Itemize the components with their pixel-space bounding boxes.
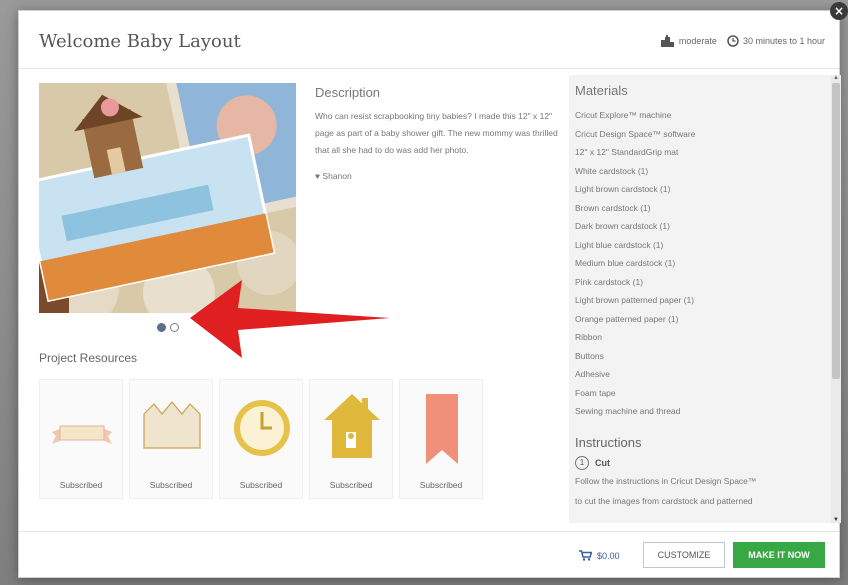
instructions-heading: Instructions [575, 434, 642, 450]
resource-card[interactable]: Subscribed [129, 379, 213, 499]
resources-heading: Project Resources [39, 351, 138, 365]
material-item: Cricut Design Space™ software [575, 128, 696, 139]
customize-button[interactable]: CUSTOMIZE [643, 542, 725, 568]
step-text-line-2: to cut the images from cardstock and pat… [575, 495, 753, 506]
resource-label: Subscribed [149, 480, 193, 490]
duration-label: 30 minutes to 1 hour [742, 36, 825, 46]
pennant-icon [426, 394, 458, 464]
resource-label: Subscribed [239, 480, 283, 490]
material-item: Pink cardstock (1) [575, 276, 644, 287]
close-icon[interactable]: × [830, 2, 848, 20]
materials-heading: Materials [575, 83, 628, 98]
description-section: Description Who can resist scrapbooking … [315, 85, 565, 181]
difficulty: moderate [660, 35, 717, 47]
carousel-dots [157, 323, 179, 332]
difficulty-icon [660, 35, 674, 47]
author[interactable]: ♥ Shanon [315, 171, 565, 181]
clock-icon [234, 400, 290, 456]
material-item: Orange patterned paper (1) [575, 313, 679, 324]
make-it-now-button[interactable]: MAKE IT NOW [733, 542, 825, 568]
material-item: Medium blue cardstock (1) [575, 258, 676, 268]
scroll-down-icon[interactable]: ▼ [833, 517, 839, 523]
scroll-up-icon[interactable]: ▲ [833, 75, 839, 81]
house-icon [324, 394, 380, 458]
carousel-dot-2[interactable] [170, 323, 179, 332]
annotation-arrow [190, 280, 390, 358]
instruction-step: 1 Cut [575, 455, 815, 470]
heart-icon: ♥ [315, 171, 321, 181]
material-item: White cardstock (1) [575, 165, 649, 176]
author-name: Shanon [322, 171, 352, 181]
resource-card[interactable]: Subscribed [399, 379, 483, 499]
resources-list: Subscribed Subscribed Subscribed Subscri… [39, 379, 483, 499]
project-title: Welcome Baby Layout [39, 31, 241, 52]
material-item: Brown cardstock (1) [575, 202, 651, 213]
materials-scrollbar[interactable]: ▲ ▼ [831, 75, 841, 523]
resource-label: Subscribed [329, 480, 373, 490]
cart-icon [579, 550, 592, 561]
modal-header: Welcome Baby Layout moderate 30 minutes … [19, 11, 839, 69]
difficulty-label: moderate [678, 36, 717, 46]
material-item: Cricut Explore™ machine [575, 110, 672, 120]
modal-footer: $0.00 CUSTOMIZE MAKE IT NOW [19, 531, 839, 579]
material-item: Dark brown cardstock (1) [575, 221, 670, 231]
cart-price[interactable]: $0.00 [579, 550, 620, 561]
step-number: 1 [575, 455, 589, 470]
resource-card[interactable]: Subscribed [219, 379, 303, 499]
price-label: $0.00 [597, 550, 620, 561]
scroll-thumb[interactable] [832, 83, 840, 379]
project-meta: moderate 30 minutes to 1 hour [660, 35, 825, 47]
banner-icon [52, 425, 112, 444]
material-item: Adhesive [575, 369, 610, 379]
material-item: Buttons [575, 350, 604, 361]
material-item: Sewing machine and thread [575, 406, 681, 416]
resource-card[interactable]: Subscribed [309, 379, 393, 499]
material-item: 12" x 12" StandardGrip mat [575, 147, 679, 157]
crown-icon [143, 401, 201, 449]
description-heading: Description [315, 85, 381, 100]
description-text: Who can resist scrapbooking tiny babies?… [315, 111, 558, 155]
step-title: Cut [595, 457, 610, 468]
material-item: Ribbon [575, 332, 602, 342]
resource-label: Subscribed [419, 480, 463, 490]
resource-card[interactable]: Subscribed [39, 379, 123, 499]
step-text-line-1: Follow the instructions in Cricut Design… [575, 475, 757, 486]
materials-list: Cricut Explore™ machine Cricut Design Sp… [575, 106, 815, 421]
material-item: Light blue cardstock (1) [575, 239, 664, 250]
material-item: Light brown cardstock (1) [575, 184, 671, 194]
resource-label: Subscribed [59, 480, 103, 490]
carousel-dot-1[interactable] [157, 323, 166, 332]
material-item: Foam tape [575, 387, 616, 398]
project-modal: Welcome Baby Layout moderate 30 minutes … [18, 10, 841, 579]
materials-panel[interactable]: Materials Cricut Explore™ machine Cricut… [569, 75, 831, 523]
clock-icon [727, 35, 739, 47]
duration: 30 minutes to 1 hour [727, 35, 825, 47]
material-item: Light brown patterned paper (1) [575, 295, 695, 305]
